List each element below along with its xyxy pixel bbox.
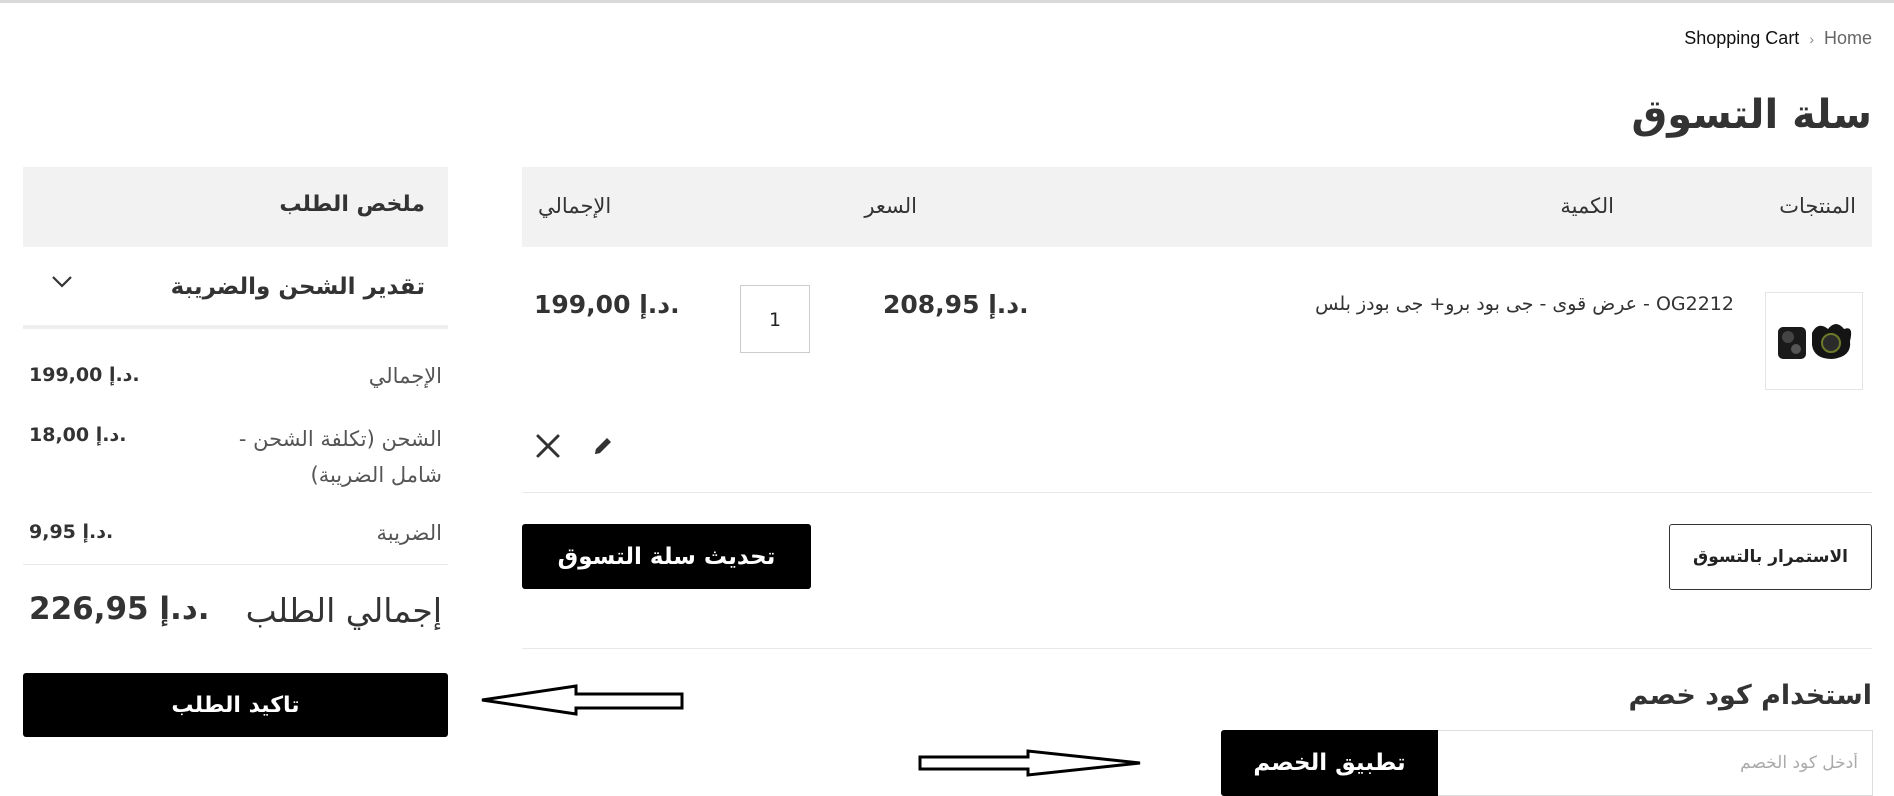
quantity-input[interactable]: 1: [740, 285, 810, 353]
header-total: الإجمالي: [538, 194, 612, 218]
order-total-label: إجمالي الطلب: [245, 591, 442, 630]
divider: [522, 492, 1872, 493]
summary-header: ملخص الطلب: [23, 167, 448, 247]
annotation-arrow-right: [918, 749, 1141, 777]
divider: [522, 648, 1872, 649]
apply-discount-button[interactable]: تطبيق الخصم: [1221, 730, 1438, 796]
breadcrumb: Shopping Cart › Home: [1684, 28, 1872, 49]
item-price: 208,95 د.إ.: [883, 290, 1029, 319]
header-quantity: الكمية: [1560, 194, 1614, 218]
continue-shopping-button[interactable]: الاستمرار بالتسوق: [1669, 524, 1872, 590]
confirm-order-button[interactable]: تاكيد الطلب: [23, 673, 448, 737]
chevron-down-icon: [52, 276, 72, 288]
breadcrumb-home-link[interactable]: Home: [1824, 28, 1872, 49]
discount-code-input[interactable]: [1437, 730, 1873, 796]
product-name-link[interactable]: OG2212 - عرض قوى - جى بود برو+ جى بودز ب…: [1315, 293, 1734, 315]
shipping-label: الشحن (تكلفة الشحن - شامل الضريبة): [238, 427, 442, 487]
discount-title: استخدام كود خصم: [1628, 680, 1872, 711]
shipping-estimate-toggle[interactable]: تقدير الشحن والضريبة: [23, 247, 448, 329]
product-thumbnail[interactable]: [1765, 292, 1863, 390]
page-title: سلة التسوق: [1631, 92, 1872, 138]
header-price: السعر: [864, 194, 917, 218]
summary-title: ملخص الطلب: [279, 192, 425, 217]
subtotal-label: الإجمالي: [368, 364, 442, 388]
breadcrumb-current: Shopping Cart: [1684, 28, 1800, 48]
subtotal-value: 199,00 د.إ.: [29, 364, 140, 386]
divider: [23, 564, 448, 565]
cart-table-header: المنتجات السعر الكمية الإجمالي: [522, 167, 1872, 247]
annotation-arrow-left: [481, 684, 684, 716]
pencil-icon[interactable]: [585, 428, 621, 464]
shipping-value: 18,00 د.إ.: [29, 424, 127, 446]
tax-value: 9,95 د.إ.: [29, 521, 114, 543]
order-total-value: 226,95 د.إ.: [29, 591, 210, 627]
chevron-right-icon: ›: [1809, 30, 1814, 47]
tax-label: الضريبة: [376, 521, 442, 545]
item-total: 199,00 د.إ.: [534, 290, 680, 319]
header-products: المنتجات: [1779, 194, 1856, 218]
shipping-estimate-label: تقدير الشحن والضريبة: [170, 274, 425, 300]
update-cart-button[interactable]: تحديث سلة التسوق: [522, 524, 811, 589]
top-border: [0, 0, 1894, 3]
close-icon[interactable]: [530, 428, 566, 464]
